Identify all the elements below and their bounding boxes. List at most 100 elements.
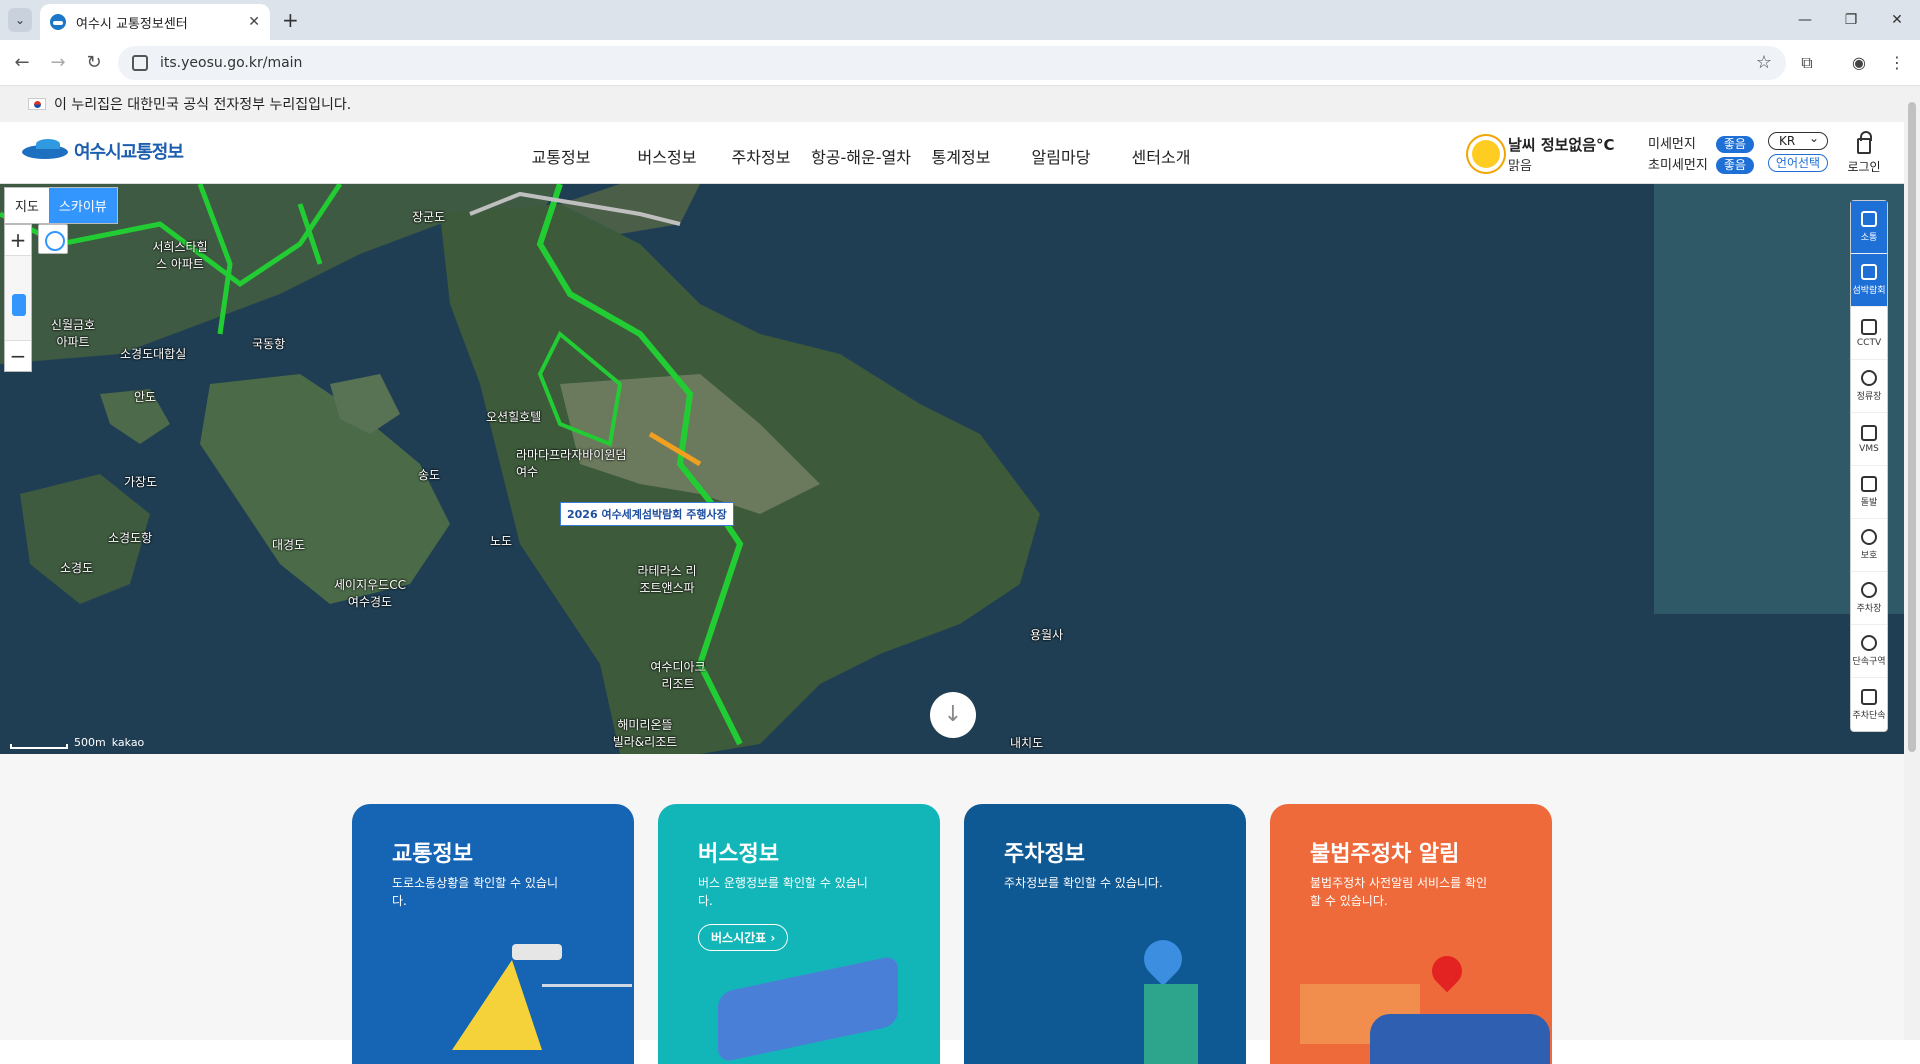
extensions-icon[interactable]: ⧉ — [1796, 52, 1818, 74]
reload-icon[interactable]: ↻ — [82, 51, 106, 75]
layer-traffic[interactable]: 소통 — [1851, 201, 1887, 254]
tab-title: 여수시 교통정보센터 — [76, 16, 188, 32]
nav-item[interactable]: 버스정보 — [626, 144, 708, 168]
speed-30-icon — [1861, 529, 1877, 545]
map-label: 안도 — [134, 390, 157, 404]
vms-icon — [1861, 424, 1877, 441]
nav-item[interactable]: 항공-해운-열차 — [802, 144, 920, 168]
address-bar-row: ← → ↻ its.yeosu.go.kr/main ☆ ⧉ ◉ ⋮ — [0, 40, 1920, 86]
card-title: 교통정보 — [392, 842, 473, 867]
browser-tab[interactable]: 여수시 교통정보센터 ✕ — [40, 4, 270, 40]
map-label: 대경도 — [272, 538, 306, 552]
bus-timetable-button[interactable]: 버스시간표 › — [698, 924, 789, 951]
map-type-skyview[interactable]: 스카이뷰 — [48, 188, 117, 223]
current-location-icon[interactable] — [38, 224, 68, 254]
cctv-icon — [1861, 318, 1877, 335]
language-select[interactable]: KR — [1768, 130, 1828, 150]
page-scrollbar[interactable] — [1904, 86, 1920, 1040]
nav-item[interactable]: 센터소개 — [1120, 144, 1202, 168]
forward-icon[interactable]: → — [46, 51, 70, 75]
map-label: 오션힐호텔 — [486, 410, 542, 424]
gov-banner-text: 이 누리집은 대한민국 공식 전자정부 누리집입니다. — [54, 97, 352, 113]
minimize-icon[interactable]: — — [1782, 0, 1828, 40]
map-label: 내치도 — [1010, 736, 1044, 750]
layer-enforcement-zone[interactable]: 단속구역 — [1851, 625, 1887, 678]
layer-expo[interactable]: 섬박람회 — [1851, 254, 1887, 307]
new-tab-button[interactable]: + — [282, 8, 299, 32]
login-button[interactable]: 로그인 — [1844, 131, 1884, 175]
close-tab-icon[interactable]: ✕ — [248, 14, 260, 30]
restore-icon[interactable]: ❐ — [1828, 0, 1874, 40]
card-traffic[interactable]: 교통정보 도로소통상황을 확인할 수 있습니다. — [352, 804, 634, 1064]
layer-label: CCTV — [1856, 337, 1882, 348]
zoom-control: + − — [4, 224, 32, 372]
scale-bar — [10, 744, 68, 749]
layer-parking[interactable]: 주차장 — [1851, 572, 1887, 625]
card-illegal-parking[interactable]: 불법주정차 알림 불법주정차 사전알림 서비스를 확인할 수 있습니다. — [1270, 804, 1552, 1064]
site-logo[interactable]: 여수시교통정보 — [22, 138, 184, 164]
nav-item[interactable]: 통계정보 — [920, 144, 1002, 168]
map-type-map[interactable]: 지도 — [5, 188, 49, 223]
logo-text: 여수시교통정보 — [74, 142, 184, 163]
layer-label: VMS — [1859, 443, 1879, 454]
road-icon — [1861, 211, 1877, 227]
close-window-icon[interactable]: ✕ — [1874, 0, 1920, 40]
map-label: 송도 — [418, 468, 441, 482]
layer-bus-stop[interactable]: 정류장 — [1851, 360, 1887, 413]
layer-incident[interactable]: 돌발 — [1851, 466, 1887, 519]
profile-icon[interactable]: ◉ — [1848, 52, 1870, 74]
tab-search-button[interactable]: ⌄ — [8, 8, 32, 32]
map-provider: kakao — [111, 736, 145, 749]
layer-label: 소통 — [1860, 233, 1878, 243]
menu-icon[interactable]: ⋮ — [1886, 52, 1908, 74]
event-marker-label[interactable]: 2026 여수세계섬박람회 주행사장 — [560, 502, 734, 526]
button-label: 버스시간표 — [711, 931, 767, 945]
scrollbar-thumb[interactable] — [1908, 102, 1916, 752]
layer-label: 돌발 — [1860, 498, 1878, 508]
map-label: 여수디아크 리조트 — [650, 660, 706, 691]
bookmark-star-icon[interactable]: ☆ — [1756, 52, 1772, 73]
nav-item[interactable]: 주차정보 — [720, 144, 802, 168]
language-button[interactable]: 언어선택 — [1768, 154, 1828, 172]
layer-school-zone[interactable]: 보호 — [1851, 519, 1887, 572]
site-info-icon[interactable] — [132, 55, 148, 71]
layer-label: 보호 — [1860, 551, 1878, 561]
layer-vms[interactable]: VMS — [1851, 413, 1887, 466]
scroll-down-arrow-icon[interactable]: ↓ — [930, 692, 976, 738]
map-label: 라마다프라자바이윈덤 여수 — [516, 448, 627, 479]
card-parking[interactable]: 주차정보 주차정보를 확인할 수 있습니다. — [964, 804, 1246, 1064]
logo-mark-icon — [22, 139, 68, 163]
scale-text: 500m — [74, 736, 106, 749]
zoom-in-button[interactable]: + — [5, 225, 31, 255]
layer-cctv[interactable]: CCTV — [1851, 307, 1887, 360]
expo-icon — [1861, 264, 1877, 280]
map-label: 가장도 — [124, 475, 158, 489]
url-field[interactable]: its.yeosu.go.kr/main ☆ — [118, 46, 1786, 80]
nav-item[interactable]: 알림마당 — [1020, 144, 1102, 168]
map-label: 소경도 — [60, 561, 94, 575]
nav-item[interactable]: 교통정보 — [520, 144, 602, 168]
zoom-out-button[interactable]: − — [5, 341, 31, 371]
language-selector: KR 언어선택 — [1768, 130, 1828, 172]
traffic-map[interactable]: 장군도 서희스타힐스 아파트 신월금호 아파트 국동항 소경도대합실 오션힐호텔… — [0, 184, 1904, 754]
gov-banner: 이 누리집은 대한민국 공식 전자정부 누리집입니다. — [0, 86, 1904, 122]
parking-building-icon — [1144, 984, 1198, 1064]
map-label: 신월금호 아파트 — [50, 318, 96, 349]
layer-parking-enforcement[interactable]: 주차단속 — [1851, 678, 1887, 731]
parking-icon — [1861, 582, 1877, 598]
parking-pin-icon — [1136, 932, 1190, 986]
map-label: 서희스타힐스 아파트 — [152, 240, 208, 271]
card-bus[interactable]: 버스정보 버스 운행정보를 확인할 수 있습니다. 버스시간표 › — [658, 804, 940, 1064]
korea-flag-icon — [28, 98, 46, 110]
back-icon[interactable]: ← — [10, 51, 34, 75]
map-label: 국동항 — [252, 337, 286, 351]
main-nav: 교통정보 버스정보 주차정보 항공-해운-열차 통계정보 알림마당 센터소개 — [520, 144, 1202, 168]
service-cards-section: 교통정보 도로소통상황을 확인할 수 있습니다. 버스정보 버스 운행정보를 확… — [0, 754, 1904, 1064]
layer-label: 단속구역 — [1852, 657, 1886, 667]
site-favicon-icon — [50, 14, 66, 30]
bus-icon — [718, 954, 898, 1064]
fine-dust-label: 초미세먼지 — [1648, 158, 1708, 173]
zoom-slider[interactable] — [5, 255, 31, 341]
map-label: 용월사 — [1030, 628, 1064, 642]
card-title: 버스정보 — [698, 842, 779, 867]
